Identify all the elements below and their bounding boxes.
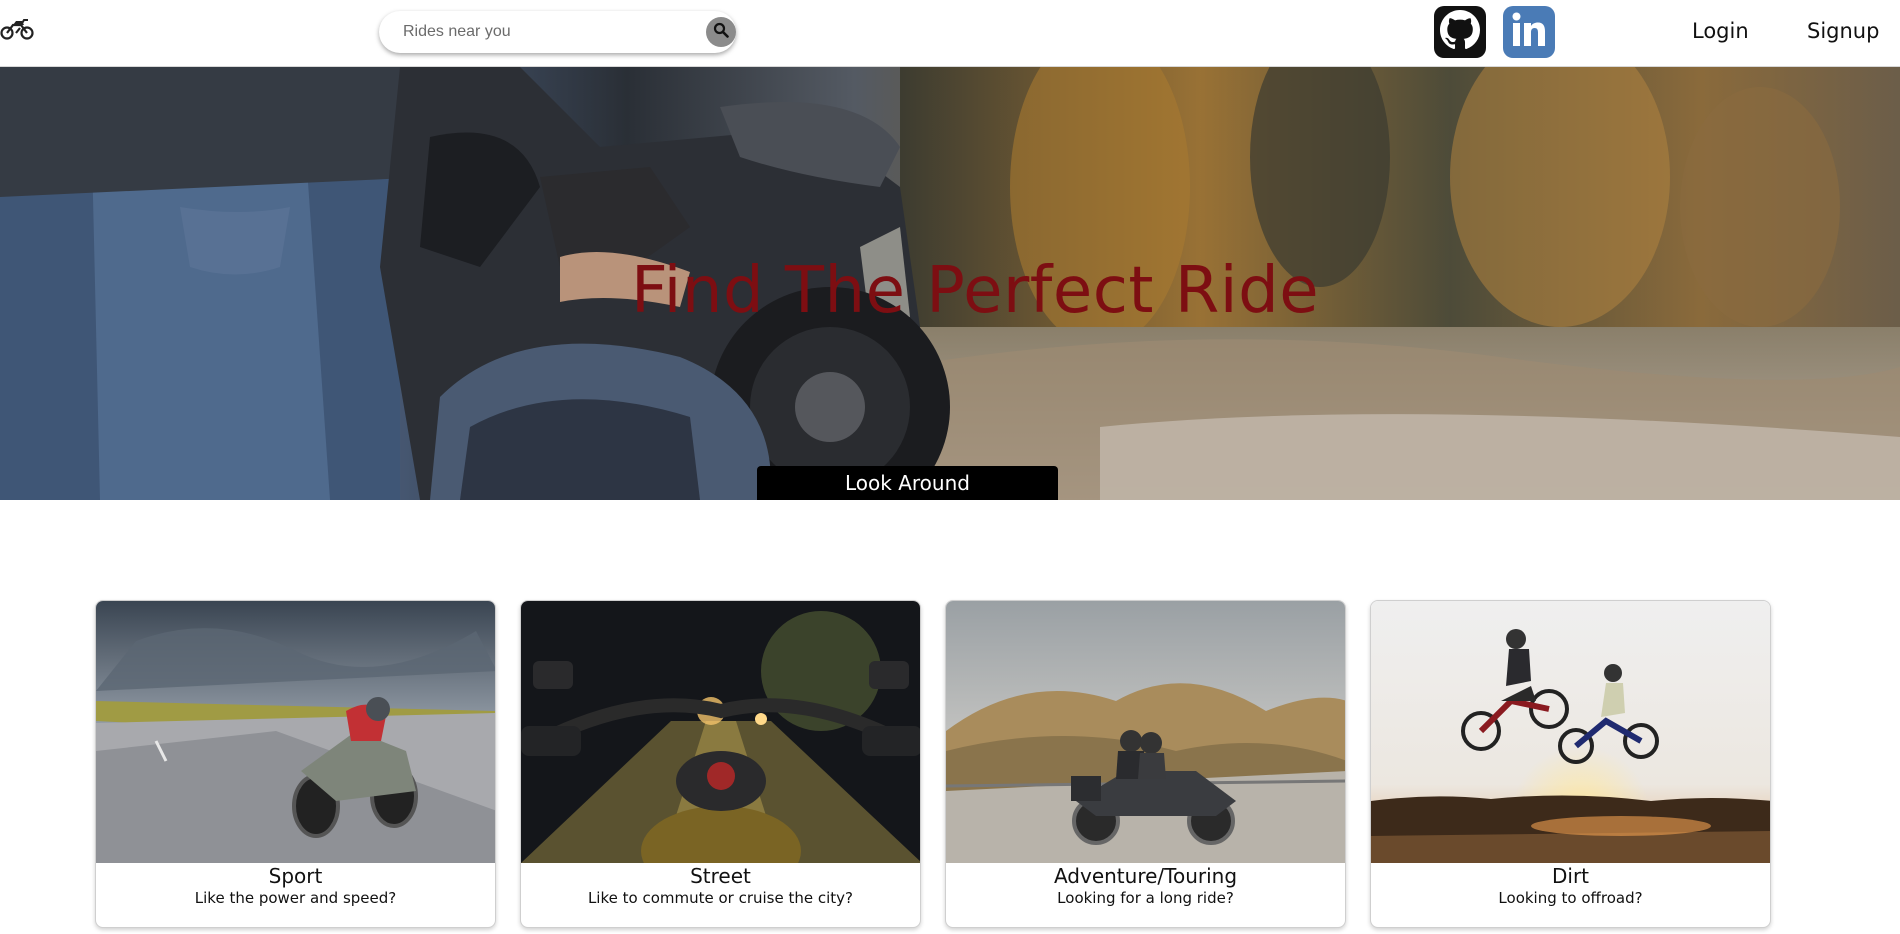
search-button[interactable] (706, 17, 736, 47)
look-around-button[interactable]: Look Around (757, 466, 1058, 500)
card-subtitle: Looking to offroad? (1498, 889, 1643, 907)
sport-bike-image (96, 601, 495, 863)
card-title: Street (690, 864, 751, 888)
category-card-dirt[interactable]: Dirt Looking to offroad? (1370, 600, 1771, 928)
touring-bike-image (946, 601, 1345, 863)
card-title: Sport (268, 864, 323, 888)
hero-title: Find The Perfect Ride (630, 254, 1320, 328)
linkedin-icon (1507, 8, 1551, 56)
card-subtitle: Like the power and speed? (194, 889, 397, 907)
motorcycle-logo-icon[interactable] (0, 12, 36, 42)
github-icon (1440, 10, 1480, 54)
card-title: Adventure/Touring (1053, 864, 1238, 888)
category-card-adventure-touring[interactable]: Adventure/Touring Looking for a long rid… (945, 600, 1346, 928)
top-navbar: Login Signup (0, 0, 1900, 67)
card-title: Dirt (1551, 864, 1590, 888)
card-subtitle: Like to commute or cruise the city? (587, 889, 854, 907)
category-card-sport[interactable]: Sport Like the power and speed? (95, 600, 496, 928)
category-card-street[interactable]: Street Like to commute or cruise the cit… (520, 600, 921, 928)
dirt-bike-image (1371, 601, 1770, 863)
street-bike-image (521, 601, 920, 863)
search-input[interactable] (379, 11, 689, 53)
login-link[interactable]: Login (1692, 19, 1749, 43)
search-icon (713, 22, 729, 42)
search-bar (379, 11, 736, 53)
signup-link[interactable]: Signup (1807, 19, 1879, 43)
github-link[interactable] (1434, 6, 1486, 58)
card-subtitle: Looking for a long ride? (1057, 889, 1234, 907)
hero-banner: Find The Perfect Ride Look Around (0, 67, 1900, 500)
linkedin-link[interactable] (1503, 6, 1555, 58)
